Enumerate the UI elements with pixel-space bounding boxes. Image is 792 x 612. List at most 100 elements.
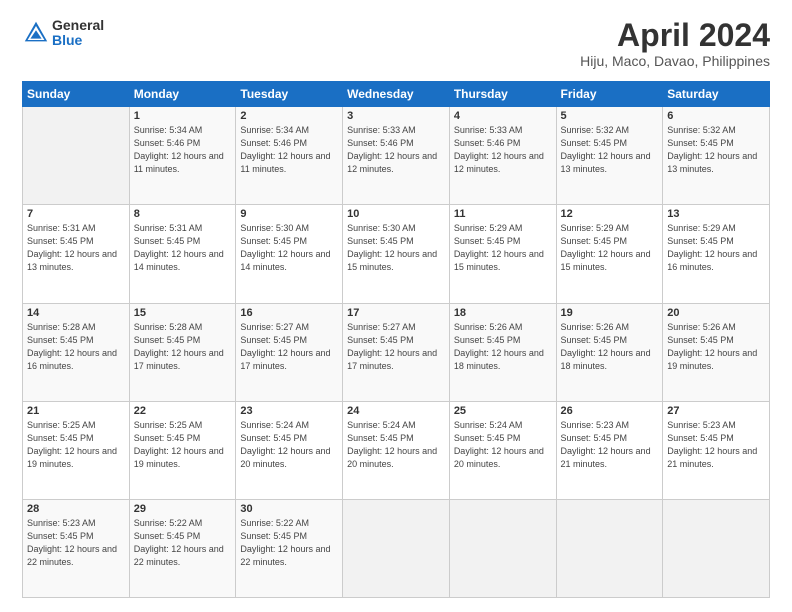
day-number: 29 [134,503,232,515]
calendar-cell: 30 Sunrise: 5:22 AMSunset: 5:45 PMDaylig… [236,499,343,597]
calendar-cell [23,107,130,205]
day-info: Sunrise: 5:26 AMSunset: 5:45 PMDaylight:… [667,322,757,371]
day-number: 1 [134,110,232,122]
calendar-cell: 6 Sunrise: 5:32 AMSunset: 5:45 PMDayligh… [663,107,770,205]
week-row-0: 1 Sunrise: 5:34 AMSunset: 5:46 PMDayligh… [23,107,770,205]
calendar-cell: 25 Sunrise: 5:24 AMSunset: 5:45 PMDaylig… [449,401,556,499]
day-info: Sunrise: 5:34 AMSunset: 5:46 PMDaylight:… [240,125,330,174]
header: General Blue April 2024 Hiju, Maco, Dava… [22,18,770,69]
day-info: Sunrise: 5:34 AMSunset: 5:46 PMDaylight:… [134,125,224,174]
calendar-cell: 8 Sunrise: 5:31 AMSunset: 5:45 PMDayligh… [129,205,236,303]
title-block: April 2024 Hiju, Maco, Davao, Philippine… [580,18,770,69]
day-info: Sunrise: 5:24 AMSunset: 5:45 PMDaylight:… [454,420,544,469]
calendar-cell: 4 Sunrise: 5:33 AMSunset: 5:46 PMDayligh… [449,107,556,205]
day-number: 30 [240,503,338,515]
header-day-thursday: Thursday [449,82,556,107]
day-info: Sunrise: 5:31 AMSunset: 5:45 PMDaylight:… [134,223,224,272]
day-number: 24 [347,405,445,417]
day-number: 16 [240,307,338,319]
calendar-cell: 10 Sunrise: 5:30 AMSunset: 5:45 PMDaylig… [343,205,450,303]
week-row-4: 28 Sunrise: 5:23 AMSunset: 5:45 PMDaylig… [23,499,770,597]
day-info: Sunrise: 5:28 AMSunset: 5:45 PMDaylight:… [134,322,224,371]
calendar-cell [663,499,770,597]
day-number: 13 [667,208,765,220]
calendar-cell: 19 Sunrise: 5:26 AMSunset: 5:45 PMDaylig… [556,303,663,401]
day-number: 22 [134,405,232,417]
calendar-table: SundayMondayTuesdayWednesdayThursdayFrid… [22,81,770,598]
calendar-cell: 15 Sunrise: 5:28 AMSunset: 5:45 PMDaylig… [129,303,236,401]
day-number: 3 [347,110,445,122]
week-row-1: 7 Sunrise: 5:31 AMSunset: 5:45 PMDayligh… [23,205,770,303]
day-number: 11 [454,208,552,220]
calendar-cell [556,499,663,597]
page: General Blue April 2024 Hiju, Maco, Dava… [0,0,792,612]
calendar-cell [343,499,450,597]
day-number: 25 [454,405,552,417]
day-info: Sunrise: 5:23 AMSunset: 5:45 PMDaylight:… [27,518,117,567]
day-info: Sunrise: 5:26 AMSunset: 5:45 PMDaylight:… [561,322,651,371]
calendar-cell [449,499,556,597]
day-number: 2 [240,110,338,122]
day-info: Sunrise: 5:33 AMSunset: 5:46 PMDaylight:… [454,125,544,174]
calendar-cell: 22 Sunrise: 5:25 AMSunset: 5:45 PMDaylig… [129,401,236,499]
calendar-cell: 23 Sunrise: 5:24 AMSunset: 5:45 PMDaylig… [236,401,343,499]
calendar-cell: 2 Sunrise: 5:34 AMSunset: 5:46 PMDayligh… [236,107,343,205]
calendar-cell: 16 Sunrise: 5:27 AMSunset: 5:45 PMDaylig… [236,303,343,401]
week-row-2: 14 Sunrise: 5:28 AMSunset: 5:45 PMDaylig… [23,303,770,401]
day-info: Sunrise: 5:26 AMSunset: 5:45 PMDaylight:… [454,322,544,371]
day-info: Sunrise: 5:32 AMSunset: 5:45 PMDaylight:… [667,125,757,174]
day-info: Sunrise: 5:29 AMSunset: 5:45 PMDaylight:… [561,223,651,272]
day-info: Sunrise: 5:29 AMSunset: 5:45 PMDaylight:… [454,223,544,272]
day-number: 28 [27,503,125,515]
day-number: 10 [347,208,445,220]
day-info: Sunrise: 5:27 AMSunset: 5:45 PMDaylight:… [347,322,437,371]
calendar-cell: 21 Sunrise: 5:25 AMSunset: 5:45 PMDaylig… [23,401,130,499]
day-number: 23 [240,405,338,417]
day-number: 15 [134,307,232,319]
logo: General Blue [22,18,104,49]
calendar-cell: 13 Sunrise: 5:29 AMSunset: 5:45 PMDaylig… [663,205,770,303]
logo-icon [22,19,50,47]
day-info: Sunrise: 5:30 AMSunset: 5:45 PMDaylight:… [347,223,437,272]
calendar-cell: 26 Sunrise: 5:23 AMSunset: 5:45 PMDaylig… [556,401,663,499]
day-number: 14 [27,307,125,319]
calendar-cell: 11 Sunrise: 5:29 AMSunset: 5:45 PMDaylig… [449,205,556,303]
day-number: 21 [27,405,125,417]
header-day-tuesday: Tuesday [236,82,343,107]
day-info: Sunrise: 5:30 AMSunset: 5:45 PMDaylight:… [240,223,330,272]
calendar-cell: 1 Sunrise: 5:34 AMSunset: 5:46 PMDayligh… [129,107,236,205]
day-number: 6 [667,110,765,122]
calendar-cell: 7 Sunrise: 5:31 AMSunset: 5:45 PMDayligh… [23,205,130,303]
calendar-cell: 14 Sunrise: 5:28 AMSunset: 5:45 PMDaylig… [23,303,130,401]
calendar-cell: 9 Sunrise: 5:30 AMSunset: 5:45 PMDayligh… [236,205,343,303]
day-number: 19 [561,307,659,319]
calendar-title: April 2024 [580,18,770,53]
logo-general: General [52,18,104,33]
day-number: 17 [347,307,445,319]
calendar-cell: 5 Sunrise: 5:32 AMSunset: 5:45 PMDayligh… [556,107,663,205]
header-row: SundayMondayTuesdayWednesdayThursdayFrid… [23,82,770,107]
day-number: 4 [454,110,552,122]
calendar-cell: 24 Sunrise: 5:24 AMSunset: 5:45 PMDaylig… [343,401,450,499]
calendar-cell: 28 Sunrise: 5:23 AMSunset: 5:45 PMDaylig… [23,499,130,597]
header-day-monday: Monday [129,82,236,107]
calendar-cell: 18 Sunrise: 5:26 AMSunset: 5:45 PMDaylig… [449,303,556,401]
day-number: 26 [561,405,659,417]
header-day-sunday: Sunday [23,82,130,107]
day-number: 18 [454,307,552,319]
day-info: Sunrise: 5:32 AMSunset: 5:45 PMDaylight:… [561,125,651,174]
day-number: 7 [27,208,125,220]
calendar-cell: 3 Sunrise: 5:33 AMSunset: 5:46 PMDayligh… [343,107,450,205]
header-day-saturday: Saturday [663,82,770,107]
header-day-friday: Friday [556,82,663,107]
day-number: 12 [561,208,659,220]
day-info: Sunrise: 5:22 AMSunset: 5:45 PMDaylight:… [134,518,224,567]
calendar-cell: 20 Sunrise: 5:26 AMSunset: 5:45 PMDaylig… [663,303,770,401]
day-number: 8 [134,208,232,220]
calendar-cell: 27 Sunrise: 5:23 AMSunset: 5:45 PMDaylig… [663,401,770,499]
day-info: Sunrise: 5:24 AMSunset: 5:45 PMDaylight:… [240,420,330,469]
header-day-wednesday: Wednesday [343,82,450,107]
day-info: Sunrise: 5:25 AMSunset: 5:45 PMDaylight:… [134,420,224,469]
calendar-subtitle: Hiju, Maco, Davao, Philippines [580,53,770,69]
day-info: Sunrise: 5:23 AMSunset: 5:45 PMDaylight:… [667,420,757,469]
